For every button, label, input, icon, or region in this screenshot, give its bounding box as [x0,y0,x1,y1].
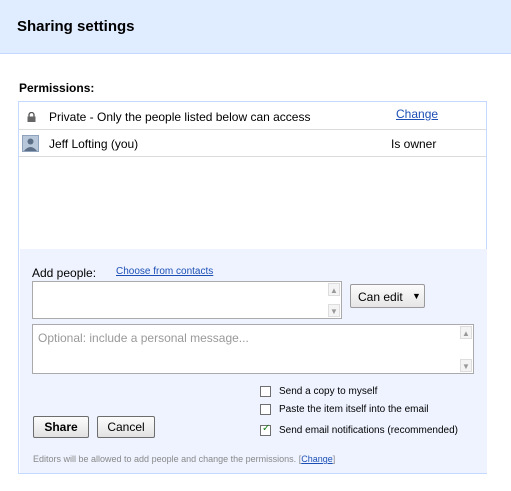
sharing-settings-dialog: Sharing settings Permissions: Private - … [0,0,511,491]
person-icon [24,138,37,151]
person-row: Jeff Lofting (you) Is owner [19,131,486,157]
scroll-down-icon[interactable]: ▼ [460,359,472,372]
editors-note-text: Editors will be allowed to add people an… [33,454,297,464]
scroll-down-icon[interactable]: ▼ [328,304,340,317]
personal-message-input[interactable]: Optional: include a personal message... … [32,324,474,374]
add-people-input[interactable]: ▲ ▼ [32,281,342,319]
permission-dropdown[interactable]: Can edit ▼ [350,284,425,308]
dialog-title: Sharing settings [17,18,135,35]
editors-note: Editors will be allowed to add people an… [33,454,335,464]
permissions-panel: Private - Only the people listed below c… [18,101,487,474]
permissions-label: Permissions: [19,81,95,95]
person-name: Jeff Lofting (you) [49,137,139,151]
message-placeholder: Optional: include a personal message... [38,331,249,345]
person-role: Is owner [391,137,437,151]
email-notifications-checkbox[interactable] [260,423,271,436]
user-avatar [22,135,39,152]
scroll-up-icon[interactable]: ▲ [460,326,472,339]
dialog-titlebar: Sharing settings [0,0,511,54]
send-copy-checkbox[interactable] [260,386,271,397]
change-permissions-link[interactable]: Change [301,454,333,464]
scroll-up-icon[interactable]: ▲ [328,283,340,296]
send-copy-label: Send a copy to myself [279,386,378,397]
cancel-button[interactable]: Cancel [97,416,155,438]
paste-item-checkbox[interactable] [260,404,271,415]
choose-from-contacts-link[interactable]: Choose from contacts [116,266,213,277]
share-button[interactable]: Share [33,416,89,438]
visibility-row: Private - Only the people listed below c… [19,104,486,130]
add-people-section: Add people: Choose from contacts ▲ ▼ Can… [20,249,487,473]
email-notifications-label: Send email notifications (recommended) [279,425,458,436]
add-people-label: Add people: [32,266,97,280]
editors-note-close: ] [332,454,336,464]
permission-dropdown-label: Can edit [358,290,403,304]
paste-item-label: Paste the item itself into the email [279,404,429,415]
visibility-text: Private - Only the people listed below c… [49,110,311,124]
chevron-down-icon: ▼ [412,291,421,301]
lock-icon [27,112,36,122]
change-visibility-link[interactable]: Change [396,107,438,121]
